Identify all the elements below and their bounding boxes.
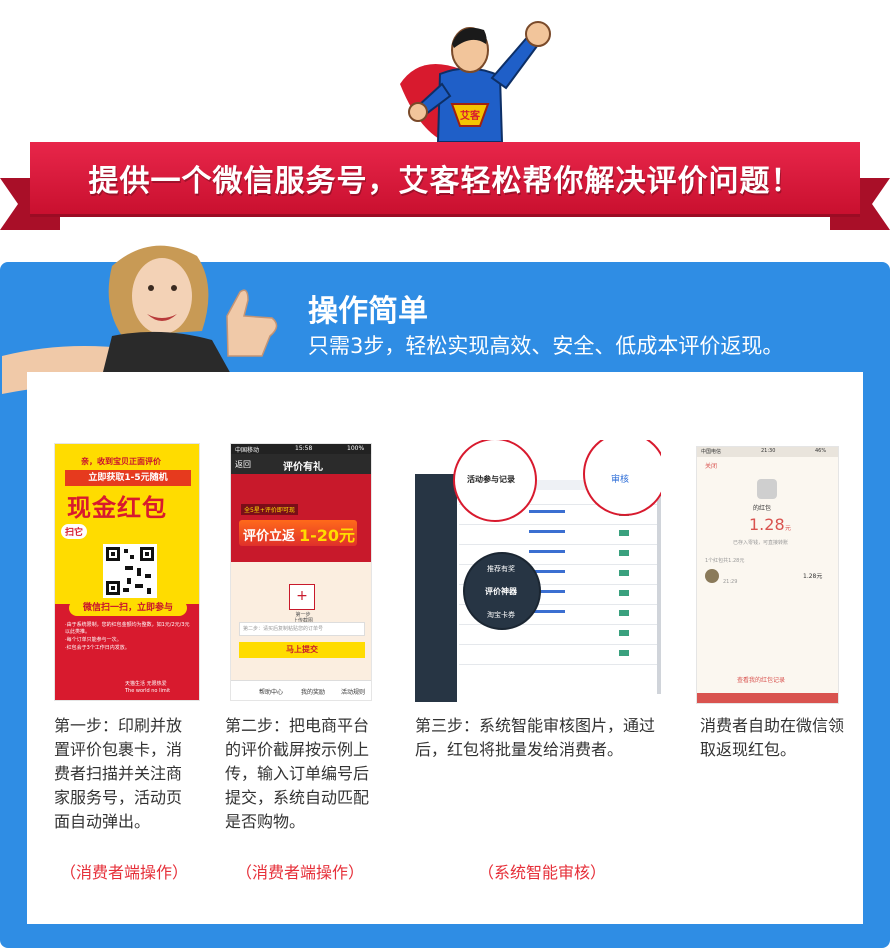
card1-rule-3: ·红包会于3个工作日内发放。 (65, 645, 130, 651)
callout-review: 审核 (611, 475, 630, 485)
menu-referral: 推荐有奖 (487, 565, 515, 573)
card4-status-carrier: 中国电信 (701, 449, 722, 455)
step-3-image-admin-dashboard: 活动参与记录 审核 推荐有奖 评价神器 淘宝卡券 (415, 440, 661, 702)
hero-section: 艾客 提供一个微信服务号，艾客轻松帮你解决评价问题！ (0, 0, 890, 250)
card1-scan-cta: 微信扫一扫，立即参与 (69, 600, 187, 616)
card2-back-button: 返回 (235, 460, 251, 469)
card1-big-title: 现金红包 (67, 494, 167, 522)
card4-amount-note: 已存入零钱，可直接转账 (733, 540, 789, 546)
superhero-mascot-icon: 艾客 (400, 21, 551, 144)
card1-scan-tag: 扫它 (61, 524, 88, 539)
step-2-description: 第二步：把电商平台的评价截屏按示例上传，输入订单编号后提交，系统自动匹配是否购物… (225, 716, 370, 831)
card1-rule-2: ·每个订单只能参与一次。 (65, 637, 122, 643)
step-1-image-review-card: 亲，收到宝贝正面评价 立即获取1-5元随机 现金红包 扫它 微信扫一扫，立即参与… (54, 443, 200, 701)
step-4-image-red-packet: 中国电信 21:30 46% 关闭 的红包 1.28 元 已存入零钱，可直接转账… (696, 446, 839, 704)
card4-amount-unit: 元 (785, 525, 792, 532)
card2-status-carrier: 中国移动 (235, 447, 260, 454)
card4-avatar (757, 479, 777, 499)
card4-record-time: 21:29 (723, 579, 738, 585)
intro-subtitle: 只需3步，轻松实现高效、安全、低成本评价返现。 (308, 334, 784, 358)
card1-brand: 天猫生活 无限热爱 (125, 681, 167, 687)
card2-nav-title: 评价有礼 (283, 462, 323, 473)
card1-rule-1: ·由于系统限制，您的红包金额均为整数，如1元/2元/3元以此类推。 (65, 622, 190, 635)
card4-status-time: 21:30 (761, 448, 776, 454)
card1-line1: 亲，收到宝贝正面评价 (81, 457, 161, 466)
card1-brand-en: The world no limit (125, 688, 171, 694)
consumer-operation-label-2: （消费者端操作） (236, 863, 365, 882)
step-4-description: 消费者自助在微信领取返现红包。 (700, 716, 845, 759)
card2-tab-help[interactable]: 帮助中心 (259, 687, 283, 696)
card2-submit-button[interactable]: 马上提交 (239, 642, 365, 658)
card2-order-input[interactable]: 第二步：请买后复制粘贴您的订单号 (239, 622, 365, 636)
banner-title: 提供一个微信服务号，艾客轻松帮你解决评价问题！ (88, 164, 802, 199)
step-2-image-submit-page: 中国移动 15:58 100% 返回 评价有礼 全5星+评价即可现 评价立返 1… (230, 443, 372, 701)
card2-promo-main: 评价立返 (243, 529, 296, 544)
card4-amount: 1.28 (749, 515, 785, 534)
menu-taobao-coupon: 淘宝卡券 (487, 611, 515, 619)
card4-record-avatar (705, 569, 719, 583)
card4-record-amount: 1.28元 (803, 573, 823, 580)
card2-upload-plus-icon[interactable]: + (289, 584, 315, 610)
consumer-operation-label-1: （消费者端操作） (60, 863, 189, 882)
card4-redpack-title: 的红包 (753, 505, 772, 512)
step-1-description: 第一步：印刷并放置评价包裹卡，消费者扫描并关注商家服务号，活动页面自动弹出。 (54, 716, 183, 831)
card2-status-battery: 100% (347, 445, 365, 452)
card2-tab-rules[interactable]: 活动规则 (341, 687, 365, 696)
callout-activity-records: 活动参与记录 (467, 475, 515, 484)
card4-record-header: 1个红包共1.28元 (705, 558, 745, 564)
card1-line2: 立即获取1-5元随机 (65, 470, 191, 486)
menu-review-tool: 评价神器 (485, 587, 517, 596)
card2-promo-tag: 全5星+评价即可现 (241, 504, 298, 515)
system-review-label: （系统智能审核） (478, 863, 607, 882)
qr-code-icon (103, 544, 157, 598)
card4-status-battery: 46% (815, 448, 827, 454)
card2-status-time: 15:58 (295, 445, 313, 452)
step-3-description: 第三步：系统智能审核图片，通过后，红包将批量发给消费者。 (415, 716, 656, 759)
card2-promo-amount: 1-20元 (299, 526, 356, 545)
card2-tab-rewards[interactable]: 我的奖励 (301, 687, 325, 696)
hero-badge-text: 艾客 (460, 109, 481, 122)
card4-history-link[interactable]: 查看我的红包记录 (737, 675, 785, 684)
intro-title: 操作简单 (308, 294, 428, 329)
banner-ribbon: 提供一个微信服务号，艾客轻松帮你解决评价问题！ (30, 142, 860, 214)
card4-close-button[interactable]: 关闭 (705, 461, 717, 470)
